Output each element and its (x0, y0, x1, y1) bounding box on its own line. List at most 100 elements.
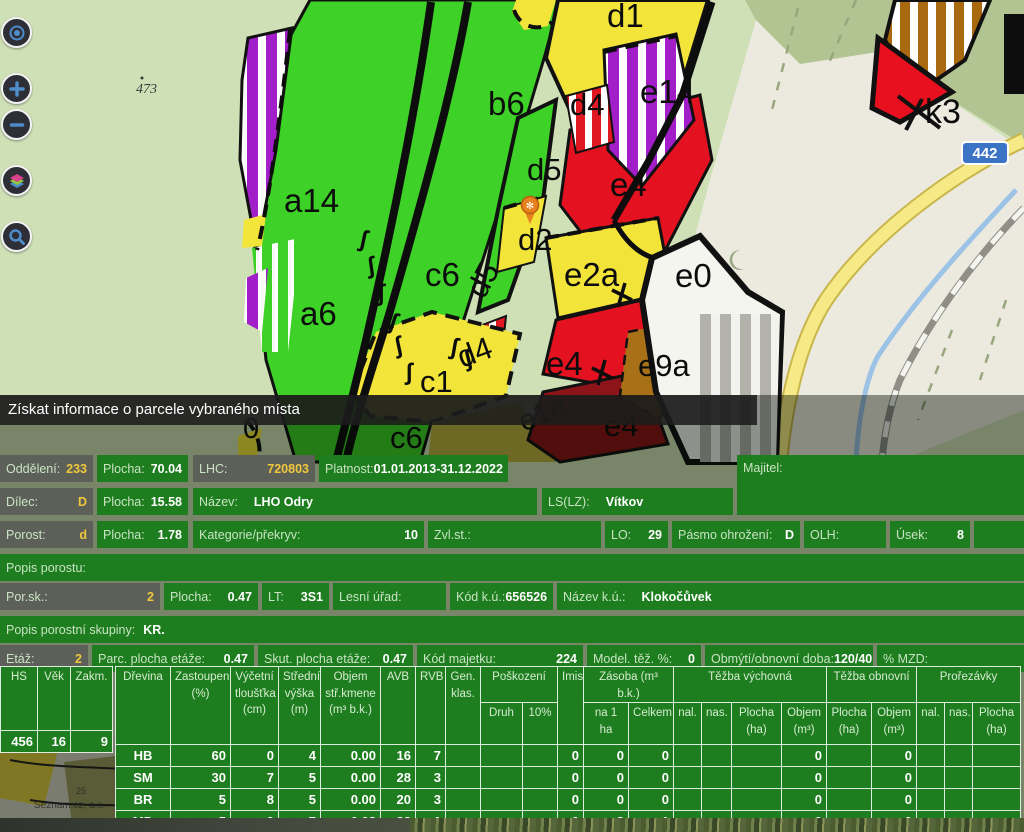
map-label: d1 (607, 0, 644, 34)
species-row: SM30750.0028300000 (116, 767, 1021, 789)
field-porost: Porost:d (0, 521, 93, 548)
col-10pct: 10% (523, 703, 558, 745)
species-cell: 0 (584, 789, 629, 811)
road-number-badge: 442 (962, 142, 1008, 164)
field-lo: LO:29 (605, 521, 668, 548)
zoom-in-button[interactable] (1, 73, 32, 104)
field-platnost: Platnost:01.01.2013-31.12.2022 (319, 455, 508, 482)
field-oddeleni: Oddělení:233 (0, 455, 93, 482)
map-label: e0 (675, 257, 712, 294)
search-button[interactable] (1, 221, 32, 252)
species-cell: 0 (782, 789, 827, 811)
panorama-dark-segment (0, 818, 410, 832)
col-poskozeni: Poškození (481, 667, 558, 703)
species-cell (827, 789, 872, 811)
species-row: HB60040.0016700000 (116, 745, 1021, 767)
svg-text:✻: ✻ (526, 201, 534, 212)
species-cell: 5 (279, 767, 321, 789)
map-label: e14 (640, 73, 695, 110)
field-empty (974, 521, 1024, 548)
panorama-strip[interactable] (0, 818, 1024, 832)
search-icon (8, 228, 26, 246)
species-cell: 0 (558, 789, 584, 811)
map-label: d5 (527, 152, 561, 187)
field-plocha-porost: Plocha:1.78 (97, 521, 188, 548)
col-stredni: Střední výška (m) (279, 667, 321, 745)
map-label: c1 (420, 364, 453, 399)
species-cell: 20 (381, 789, 416, 811)
species-cell: 0 (231, 745, 279, 767)
species-cell: 5 (171, 789, 231, 811)
species-table: Dřevina Zastoupení (%) Výčetní tloušťka … (115, 666, 1021, 832)
col-objem: Objem stř.kmene (m³ b.k.) (321, 667, 381, 745)
col-hs: HS (1, 667, 38, 731)
species-cell (702, 745, 732, 767)
map-label: d4 (570, 87, 604, 122)
species-cell (732, 767, 782, 789)
field-kategorie: Kategorie/překryv:10 (193, 521, 424, 548)
species-cell: HB (116, 745, 171, 767)
field-majitel: Majitel: (737, 455, 1024, 515)
species-cell (827, 767, 872, 789)
species-cell: 0 (872, 789, 917, 811)
col-avb: AVB (381, 667, 416, 745)
col-pr-nas: nas. (945, 703, 973, 745)
col-celkem: Celkem (629, 703, 674, 745)
field-plocha-oddeleni: Plocha:70.04 (97, 455, 188, 482)
species-cell: BR (116, 789, 171, 811)
col-tezba-vychovna: Těžba výchovná (674, 667, 827, 703)
species-cell (945, 767, 973, 789)
species-cell (481, 745, 523, 767)
col-tezba-obnovni: Těžba obnovní (827, 667, 917, 703)
locate-button[interactable] (1, 17, 32, 48)
col-imise: Imise (558, 667, 584, 745)
field-lslz: LS(LZ):Vítkov (542, 488, 733, 515)
species-row: BR5850.0020300000 (116, 789, 1021, 811)
vek-value: 16 (38, 731, 71, 753)
col-to-objem: Objem (m³) (872, 703, 917, 745)
species-cell: 0 (782, 767, 827, 789)
field-pasmo: Pásmo ohrožení:D (672, 521, 800, 548)
col-vek: Věk (38, 667, 71, 731)
map-label: b6 (488, 85, 525, 122)
species-cell (446, 767, 481, 789)
species-cell: 5 (279, 789, 321, 811)
species-cell (674, 767, 702, 789)
species-cell: 0 (629, 745, 674, 767)
zakm-value: 9 (71, 731, 113, 753)
species-cell (973, 789, 1021, 811)
panorama-grass-segment (410, 818, 1024, 832)
field-nazev: Název:LHO Odry (193, 488, 537, 515)
species-cell (973, 767, 1021, 789)
col-zasoba: Zásoba (m³ b.k.) (584, 667, 674, 703)
field-plocha-dilec: Plocha:15.58 (97, 488, 188, 515)
info-tooltip-title: Získat informace o parcele vybraného mís… (0, 395, 757, 425)
species-cell: 16 (381, 745, 416, 767)
species-cell (674, 745, 702, 767)
species-cell (732, 789, 782, 811)
map-label: a6 (300, 295, 337, 332)
species-cell (446, 745, 481, 767)
svg-text:442: 442 (972, 145, 997, 162)
zoom-out-button[interactable] (1, 109, 32, 140)
species-cell (973, 745, 1021, 767)
summary-row: 456 16 9 (1, 731, 113, 753)
layers-button[interactable] (1, 165, 32, 196)
col-druh: Druh (481, 703, 523, 745)
field-olh: OLH: (804, 521, 886, 548)
field-lt: LT:3S1 (262, 583, 329, 610)
species-cell (702, 789, 732, 811)
map-label: k3 (925, 93, 961, 131)
species-cell: 0 (629, 767, 674, 789)
field-dilec: Dílec:D (0, 488, 93, 515)
col-pr-plocha: Plocha (ha) (973, 703, 1021, 745)
species-cell: 0 (872, 745, 917, 767)
species-cell (523, 767, 558, 789)
map-label: e9a (638, 348, 690, 383)
col-to-plocha: Plocha (ha) (827, 703, 872, 745)
col-tv-nal: nal. (674, 703, 702, 745)
map-label: c6 (425, 256, 460, 293)
species-cell: 4 (279, 745, 321, 767)
col-tv-nas: nas. (702, 703, 732, 745)
species-cell (827, 745, 872, 767)
